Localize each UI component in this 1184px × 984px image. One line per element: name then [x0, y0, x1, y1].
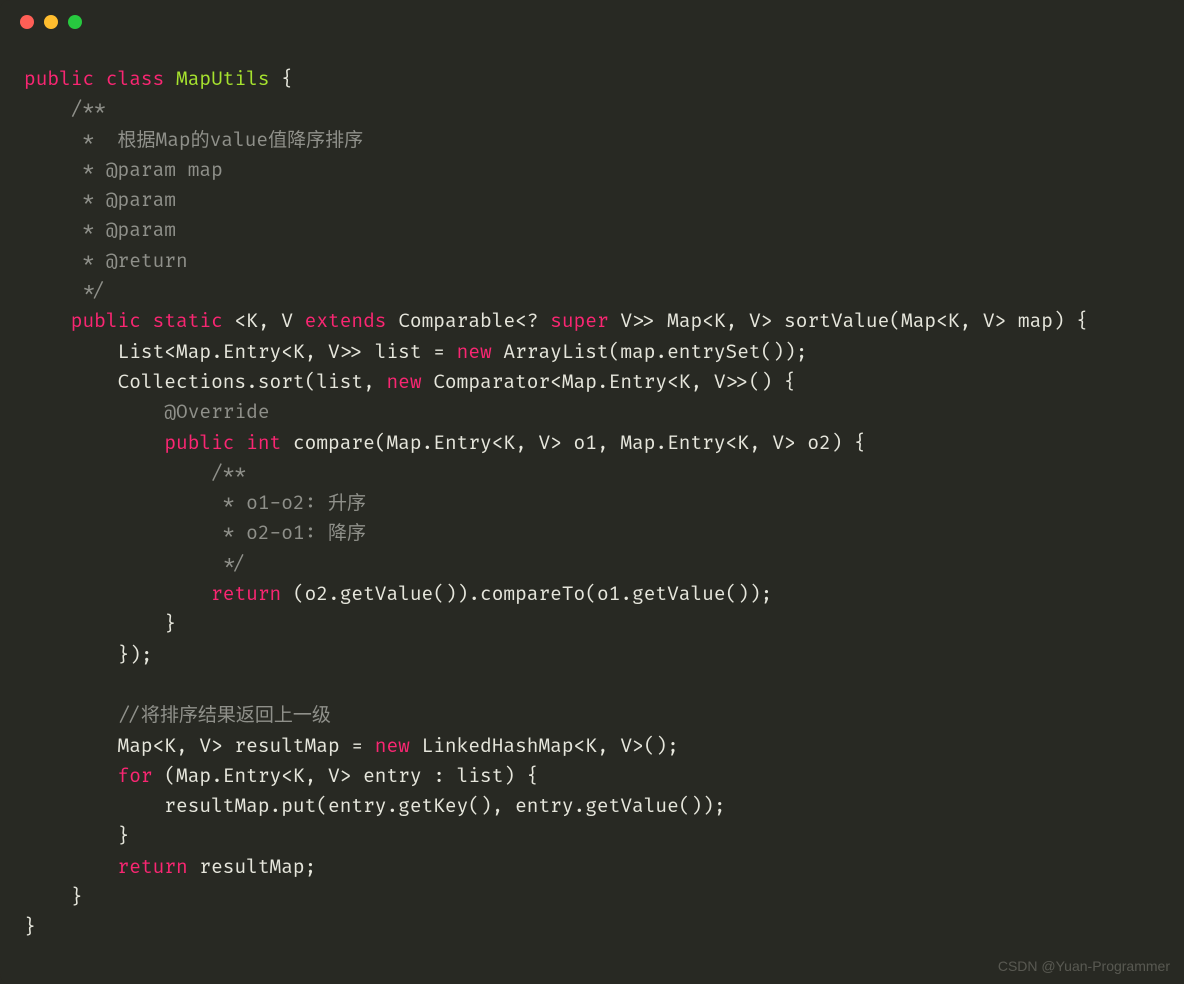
code-block: public class MapUtils { /** * 根据Map的valu…: [0, 44, 1184, 963]
keyword-super: super: [550, 309, 608, 333]
keyword-int: int: [246, 431, 281, 455]
code-text: (o2.getValue()).compareTo(o1.getValue())…: [281, 582, 772, 606]
comment-line: * o1-o2: 升序: [24, 491, 366, 515]
comment-line: * @param map: [24, 158, 223, 182]
keyword-class: class: [106, 67, 164, 91]
comment-line: * @return: [24, 249, 188, 273]
code-text: List<Map.Entry<K, V>> list =: [24, 340, 457, 364]
code-text: }: [24, 885, 82, 909]
comment-line: * 根据Map的value值降序排序: [24, 128, 363, 152]
code-text: Comparator<Map.Entry<K, V>>() {: [422, 370, 796, 394]
comment-line: /**: [24, 97, 106, 121]
code-text: V>> Map<K, V> sortValue(Map<K, V> map) {: [609, 309, 1088, 333]
window-titlebar: [0, 0, 1184, 44]
code-text: }: [24, 612, 176, 636]
comment-line: //将排序结果返回上一级: [24, 703, 331, 727]
zoom-icon[interactable]: [68, 15, 82, 29]
code-text: resultMap.put(entry.getKey(), entry.getV…: [24, 794, 726, 818]
code-text: [24, 431, 164, 455]
keyword-new: new: [375, 734, 410, 758]
code-text: [24, 764, 118, 788]
code-text: [234, 431, 246, 455]
keyword-static: static: [153, 309, 223, 333]
keyword-extends: extends: [305, 309, 387, 333]
code-text: }: [24, 915, 36, 939]
keyword-return: return: [211, 582, 281, 606]
watermark-text: CSDN @Yuan-Programmer: [998, 958, 1170, 974]
code-text: (Map.Entry<K, V> entry : list) {: [153, 764, 539, 788]
comment-line: * o2-o1: 降序: [24, 521, 366, 545]
code-text: compare(Map.Entry<K, V> o1, Map.Entry<K,…: [281, 431, 866, 455]
code-text: });: [24, 643, 153, 667]
comment-line: */: [24, 279, 106, 303]
code-text: resultMap;: [188, 855, 317, 879]
editor-window: public class MapUtils { /** * 根据Map的valu…: [0, 0, 1184, 984]
comment-line: * @param: [24, 188, 176, 212]
close-icon[interactable]: [20, 15, 34, 29]
keyword-public: public: [164, 431, 234, 455]
code-text: ArrayList(map.entrySet());: [492, 340, 808, 364]
code-text: Comparable<?: [387, 309, 551, 333]
comment-line: * @param: [24, 218, 176, 242]
minimize-icon[interactable]: [44, 15, 58, 29]
keyword-return: return: [118, 855, 188, 879]
code-text: [24, 309, 71, 333]
class-name: MapUtils: [176, 67, 270, 91]
annotation-override: @Override: [24, 400, 270, 424]
keyword-public: public: [71, 309, 141, 333]
code-text: LinkedHashMap<K, V>();: [410, 734, 679, 758]
code-text: Map<K, V> resultMap =: [24, 734, 375, 758]
code-text: }: [24, 824, 129, 848]
keyword-for: for: [118, 764, 153, 788]
code-text: Collections.sort(list,: [24, 370, 386, 394]
code-text: {: [270, 67, 293, 91]
keyword-new: new: [386, 370, 421, 394]
keyword-public: public: [24, 67, 94, 91]
comment-line: /**: [24, 461, 246, 485]
code-text: <K, V: [223, 309, 305, 333]
code-text: [24, 855, 118, 879]
comment-line: */: [24, 552, 246, 576]
keyword-new: new: [457, 340, 492, 364]
code-text: [24, 582, 211, 606]
